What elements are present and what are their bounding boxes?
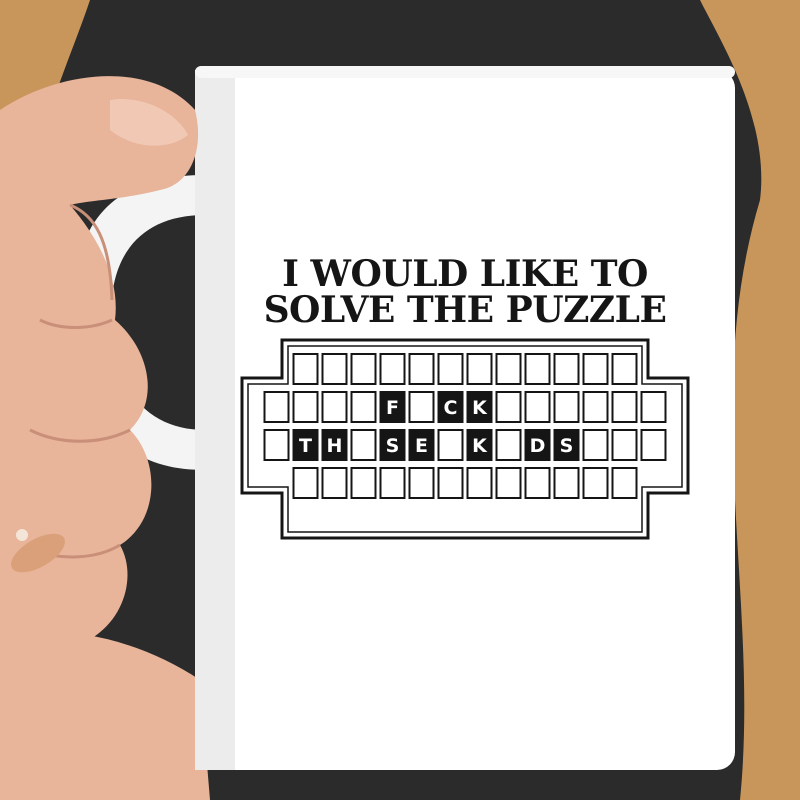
puzzle-tile	[582, 429, 609, 461]
puzzle-tile	[553, 467, 580, 499]
puzzle-tile	[350, 429, 377, 461]
puzzle-tile	[495, 391, 522, 423]
puzzle-tile	[263, 429, 290, 461]
puzzle-tile	[408, 353, 435, 385]
puzzle-tile	[350, 353, 377, 385]
puzzle-tile	[350, 467, 377, 499]
puzzle-tile	[495, 429, 522, 461]
puzzle-tile	[582, 353, 609, 385]
puzzle-tile-letter: K	[472, 397, 488, 419]
puzzle-tile-letter: E	[415, 435, 428, 457]
puzzle-tile	[553, 353, 580, 385]
puzzle-tile	[437, 429, 464, 461]
puzzle-tile	[495, 467, 522, 499]
puzzle-tile	[611, 353, 638, 385]
puzzle-tile	[466, 467, 493, 499]
puzzle-tile	[611, 429, 638, 461]
puzzle-tile-letter: F	[386, 397, 399, 419]
puzzle-tile	[582, 467, 609, 499]
puzzle-tile	[263, 391, 290, 423]
puzzle-tile	[408, 467, 435, 499]
puzzle-tile	[350, 391, 377, 423]
puzzle-tile	[321, 467, 348, 499]
puzzle-tile	[640, 429, 667, 461]
mug-rim	[195, 66, 735, 78]
puzzle-tile	[408, 391, 435, 423]
puzzle-tile	[321, 391, 348, 423]
puzzle-tile	[582, 391, 609, 423]
puzzle-tile-letter: S	[386, 435, 400, 457]
puzzle-tile	[524, 391, 551, 423]
puzzle-tile	[466, 353, 493, 385]
ring-stone	[16, 529, 28, 541]
puzzle-tile	[379, 467, 406, 499]
puzzle-tile	[437, 353, 464, 385]
puzzle-tile	[379, 353, 406, 385]
puzzle-tile-letter: H	[327, 435, 343, 457]
puzzle-tile-letter: K	[472, 435, 488, 457]
puzzle-tile	[292, 353, 319, 385]
mug-print: I WOULD LIKE TO SOLVE THE PUZZLE FCKTHSE…	[240, 240, 690, 570]
mug-shading	[195, 70, 235, 770]
puzzle-tile	[524, 353, 551, 385]
puzzle-tile-letter: C	[444, 397, 458, 419]
puzzle-board: F C KT H S E K D S	[240, 338, 690, 540]
puzzle-tile	[495, 353, 522, 385]
puzzle-tile	[640, 391, 667, 423]
puzzle-tile	[611, 391, 638, 423]
puzzle-tile	[437, 467, 464, 499]
puzzle-tile	[321, 353, 348, 385]
puzzle-tile	[553, 391, 580, 423]
puzzle-tile-letter: S	[560, 435, 574, 457]
puzzle-tile-letter: T	[299, 435, 312, 457]
puzzle-tile	[292, 391, 319, 423]
puzzle-tile	[292, 467, 319, 499]
puzzle-tile	[524, 467, 551, 499]
puzzle-tile-letter: D	[530, 435, 546, 457]
puzzle-tile	[611, 467, 638, 499]
